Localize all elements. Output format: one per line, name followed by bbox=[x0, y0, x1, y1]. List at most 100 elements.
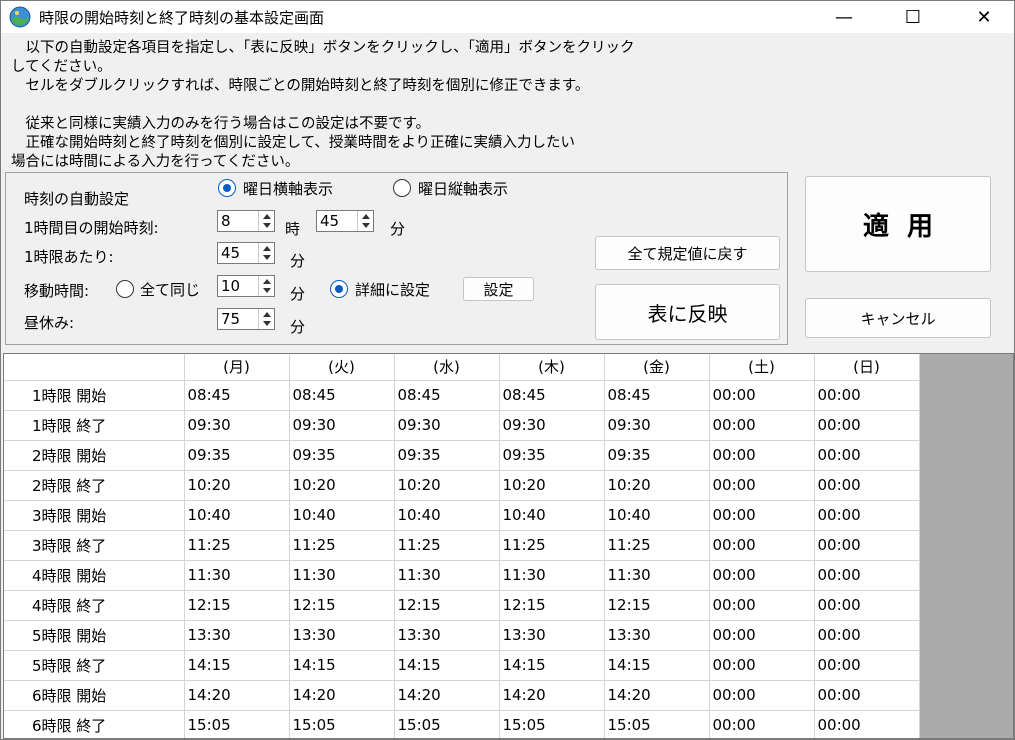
table-row[interactable]: 3時限 開始 10:40 10:40 10:40 10:40 10:40 00:00 00:0… bbox=[4, 500, 920, 531]
time-cell[interactable]: 09:35 bbox=[499, 440, 605, 471]
time-cell[interactable]: 09:35 bbox=[394, 440, 500, 471]
time-cell[interactable]: 00:00 bbox=[709, 410, 815, 441]
time-cell[interactable]: 13:30 bbox=[289, 620, 395, 651]
time-cell[interactable]: 11:25 bbox=[394, 530, 500, 561]
lunch-break-value[interactable]: 75 bbox=[221, 310, 240, 328]
time-cell[interactable]: 00:00 bbox=[814, 590, 920, 621]
move-time-stepper[interactable]: 10 bbox=[217, 275, 275, 297]
stepper-down-icon[interactable] bbox=[263, 321, 271, 326]
time-cell[interactable]: 09:30 bbox=[499, 410, 605, 441]
time-cell[interactable]: 00:00 bbox=[814, 470, 920, 501]
stepper-arrows[interactable] bbox=[357, 211, 373, 231]
close-button[interactable]: ✕ bbox=[961, 1, 1007, 33]
table-row[interactable]: 1時限 終了 09:30 09:30 09:30 09:30 09:30 00:00 00:0… bbox=[4, 410, 920, 441]
time-cell[interactable]: 14:15 bbox=[184, 650, 290, 681]
time-cell[interactable]: 00:00 bbox=[814, 650, 920, 681]
minimize-button[interactable]: — bbox=[821, 1, 867, 33]
table-row[interactable]: 6時限 開始 14:20 14:20 14:20 14:20 14:20 00:00 00:0… bbox=[4, 680, 920, 711]
stepper-down-icon[interactable] bbox=[362, 223, 370, 228]
stepper-arrows[interactable] bbox=[258, 243, 274, 263]
time-cell[interactable]: 00:00 bbox=[814, 710, 920, 738]
lunch-break-stepper[interactable]: 75 bbox=[217, 308, 275, 330]
period-time-grid[interactable]: (月) (火) (水) (木) (金) (土) (日) 1時限 開始 08:45 08:45 08… bbox=[3, 353, 1014, 739]
title-bar[interactable]: 時限の開始時刻と終了時刻の基本設定画面 — ☐ ✕ bbox=[1, 1, 1014, 33]
time-cell[interactable]: 00:00 bbox=[814, 560, 920, 591]
stepper-up-icon[interactable] bbox=[263, 279, 271, 284]
first-start-minute-value[interactable]: 45 bbox=[320, 212, 339, 230]
time-cell[interactable]: 15:05 bbox=[184, 710, 290, 738]
stepper-arrows[interactable] bbox=[258, 276, 274, 296]
time-cell[interactable]: 00:00 bbox=[709, 650, 815, 681]
time-cell[interactable]: 14:20 bbox=[289, 680, 395, 711]
time-cell[interactable]: 08:45 bbox=[289, 380, 395, 411]
time-cell[interactable]: 09:30 bbox=[289, 410, 395, 441]
time-cell[interactable]: 00:00 bbox=[709, 620, 815, 651]
table-row[interactable]: 1時限 開始 08:45 08:45 08:45 08:45 08:45 00:00 00:0… bbox=[4, 380, 920, 411]
table-row[interactable]: 2時限 終了 10:20 10:20 10:20 10:20 10:20 00:00 00:0… bbox=[4, 470, 920, 501]
move-detail-settings-button[interactable]: 設定 bbox=[463, 277, 534, 301]
stepper-arrows[interactable] bbox=[258, 309, 274, 329]
time-cell[interactable]: 10:40 bbox=[394, 500, 500, 531]
time-cell[interactable]: 00:00 bbox=[814, 410, 920, 441]
time-cell[interactable]: 10:20 bbox=[394, 470, 500, 501]
reset-defaults-button[interactable]: 全て規定値に戻す bbox=[595, 236, 780, 270]
first-start-hour-stepper[interactable]: 8 bbox=[217, 210, 275, 232]
time-cell[interactable]: 12:15 bbox=[184, 590, 290, 621]
time-cell[interactable]: 10:40 bbox=[184, 500, 290, 531]
time-cell[interactable]: 13:30 bbox=[604, 620, 710, 651]
time-cell[interactable]: 14:20 bbox=[499, 680, 605, 711]
time-cell[interactable]: 00:00 bbox=[709, 380, 815, 411]
time-cell[interactable]: 11:25 bbox=[499, 530, 605, 561]
stepper-down-icon[interactable] bbox=[263, 288, 271, 293]
first-start-minute-stepper[interactable]: 45 bbox=[316, 210, 374, 232]
time-cell[interactable]: 12:15 bbox=[394, 590, 500, 621]
radio-move-same-label[interactable]: 全て同じ bbox=[140, 279, 200, 300]
time-cell[interactable]: 00:00 bbox=[814, 530, 920, 561]
time-cell[interactable]: 11:30 bbox=[184, 560, 290, 591]
time-cell[interactable]: 09:35 bbox=[184, 440, 290, 471]
time-cell[interactable]: 15:05 bbox=[499, 710, 605, 738]
time-cell[interactable]: 11:30 bbox=[604, 560, 710, 591]
time-cell[interactable]: 12:15 bbox=[289, 590, 395, 621]
time-cell[interactable]: 10:40 bbox=[499, 500, 605, 531]
time-cell[interactable]: 11:30 bbox=[289, 560, 395, 591]
table-row[interactable]: 3時限 終了 11:25 11:25 11:25 11:25 11:25 00:00 00:0… bbox=[4, 530, 920, 561]
time-cell[interactable]: 00:00 bbox=[814, 680, 920, 711]
radio-move-detail-label[interactable]: 詳細に設定 bbox=[355, 279, 430, 300]
time-cell[interactable]: 00:00 bbox=[709, 590, 815, 621]
apply-button[interactable]: 適用 bbox=[805, 176, 991, 272]
time-cell[interactable]: 00:00 bbox=[814, 380, 920, 411]
time-cell[interactable]: 00:00 bbox=[814, 440, 920, 471]
time-cell[interactable]: 11:30 bbox=[499, 560, 605, 591]
time-cell[interactable]: 10:20 bbox=[604, 470, 710, 501]
maximize-button[interactable]: ☐ bbox=[890, 1, 936, 33]
stepper-up-icon[interactable] bbox=[263, 312, 271, 317]
time-cell[interactable]: 14:15 bbox=[499, 650, 605, 681]
table-row[interactable]: 4時限 終了 12:15 12:15 12:15 12:15 12:15 00:00 00:0… bbox=[4, 590, 920, 621]
time-cell[interactable]: 15:05 bbox=[604, 710, 710, 738]
reflect-to-table-button[interactable]: 表に反映 bbox=[595, 284, 780, 340]
time-cell[interactable]: 08:45 bbox=[499, 380, 605, 411]
table-row[interactable]: 2時限 開始 09:35 09:35 09:35 09:35 09:35 00:00 00:0… bbox=[4, 440, 920, 471]
stepper-up-icon[interactable] bbox=[362, 214, 370, 219]
time-cell[interactable]: 11:25 bbox=[184, 530, 290, 561]
time-cell[interactable]: 12:15 bbox=[604, 590, 710, 621]
time-cell[interactable]: 00:00 bbox=[814, 500, 920, 531]
time-cell[interactable]: 08:45 bbox=[394, 380, 500, 411]
time-cell[interactable]: 00:00 bbox=[709, 560, 815, 591]
radio-move-same[interactable] bbox=[116, 280, 134, 298]
move-time-value[interactable]: 10 bbox=[221, 277, 240, 295]
time-cell[interactable]: 00:00 bbox=[709, 440, 815, 471]
time-cell[interactable]: 10:40 bbox=[604, 500, 710, 531]
time-cell[interactable]: 12:15 bbox=[499, 590, 605, 621]
time-cell[interactable]: 13:30 bbox=[184, 620, 290, 651]
first-start-hour-value[interactable]: 8 bbox=[221, 212, 231, 230]
time-cell[interactable]: 13:30 bbox=[499, 620, 605, 651]
time-cell[interactable]: 11:30 bbox=[394, 560, 500, 591]
time-cell[interactable]: 00:00 bbox=[709, 530, 815, 561]
time-cell[interactable]: 14:20 bbox=[394, 680, 500, 711]
time-cell[interactable]: 00:00 bbox=[814, 620, 920, 651]
time-cell[interactable]: 15:05 bbox=[289, 710, 395, 738]
table-row[interactable]: 5時限 開始 13:30 13:30 13:30 13:30 13:30 00:00 00:0… bbox=[4, 620, 920, 651]
radio-vertical-days[interactable] bbox=[393, 179, 411, 197]
